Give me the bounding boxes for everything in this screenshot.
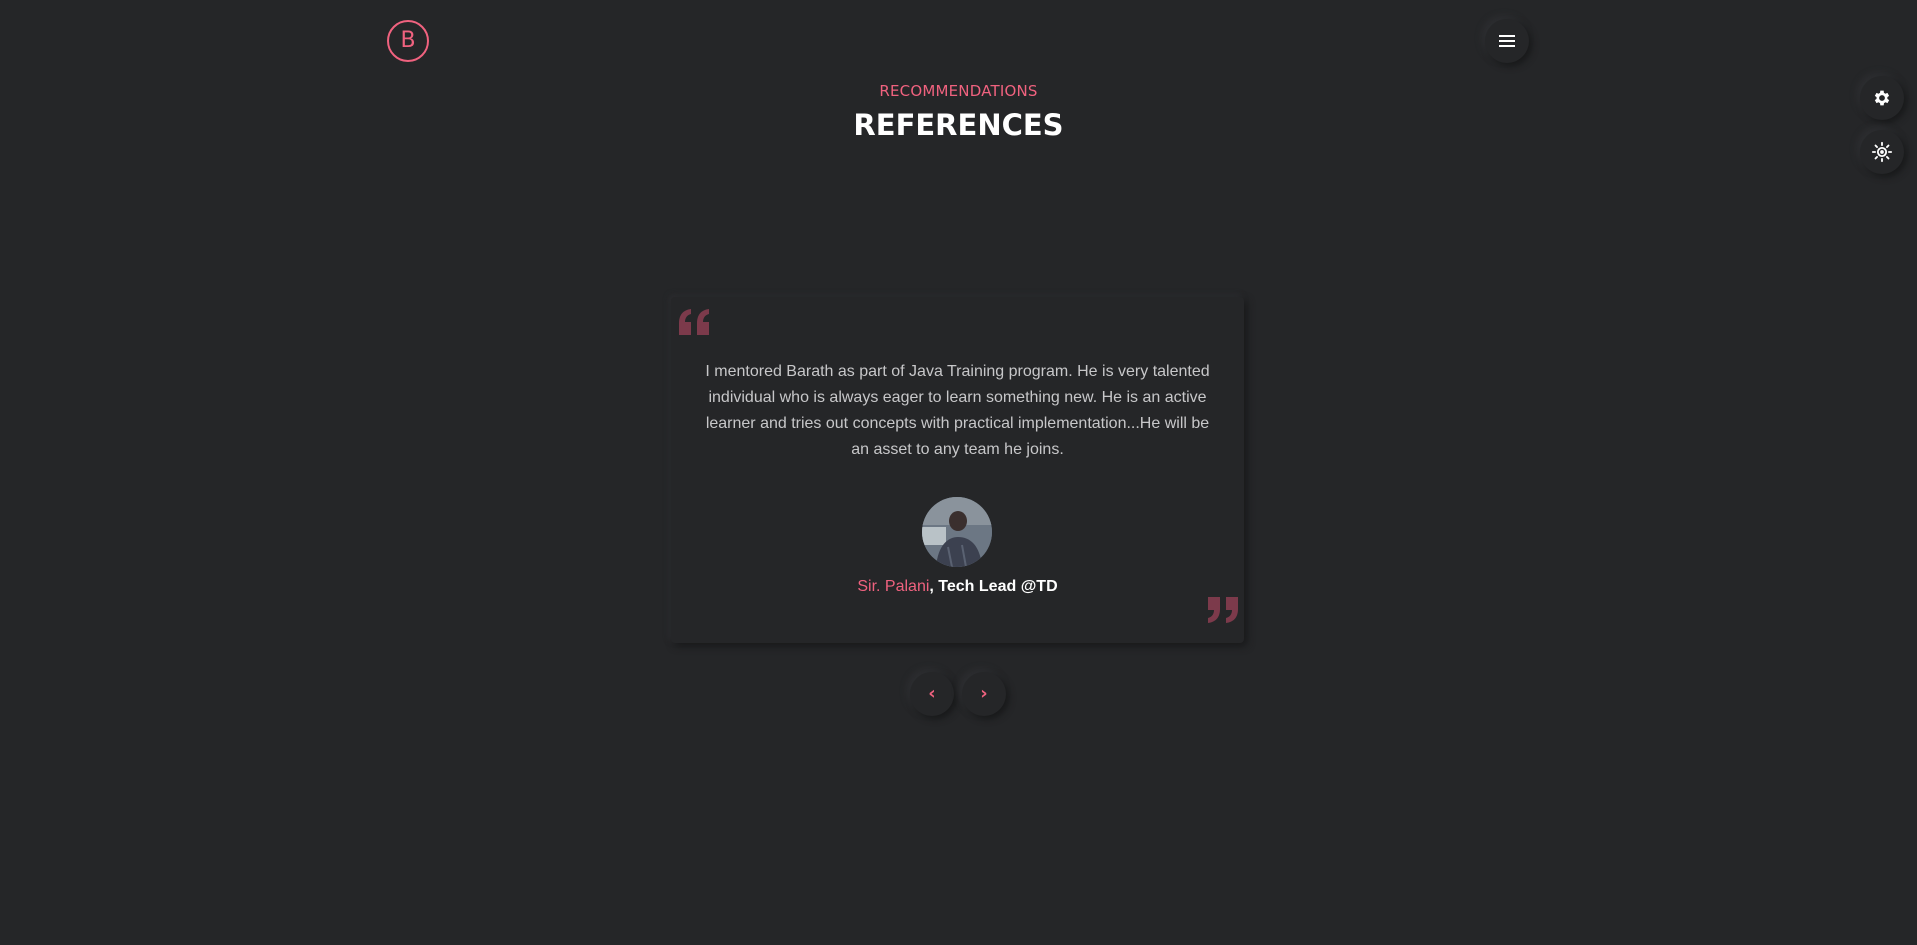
author-name: Sir. Palani (857, 578, 930, 595)
previous-button[interactable]: ‹ (910, 672, 954, 716)
logo[interactable]: B (387, 20, 429, 62)
next-button[interactable]: › (962, 672, 1006, 716)
testimonial-text: I mentored Barath as part of Java Traini… (705, 363, 1210, 458)
quote-close-icon (1208, 597, 1238, 623)
hamburger-icon (1499, 32, 1515, 50)
menu-button[interactable] (1485, 19, 1529, 63)
testimonial-card: I mentored Barath as part of Java Traini… (671, 297, 1244, 643)
section-title: REFERENCES (853, 108, 1064, 142)
sun-icon (1871, 141, 1893, 163)
testimonial-author: Sir. Palani, Tech Lead @TD (671, 578, 1244, 596)
chevron-left-icon: ‹ (928, 683, 936, 704)
page: B RECOMMENDATIONS REFERENCES I mentored … (0, 0, 1917, 945)
quote-open-icon (679, 309, 709, 335)
chevron-right-icon: › (980, 683, 988, 704)
section-subtitle: RECOMMENDATIONS (879, 82, 1038, 100)
author-role: , Tech Lead @TD (929, 578, 1058, 595)
author-avatar (922, 497, 992, 567)
